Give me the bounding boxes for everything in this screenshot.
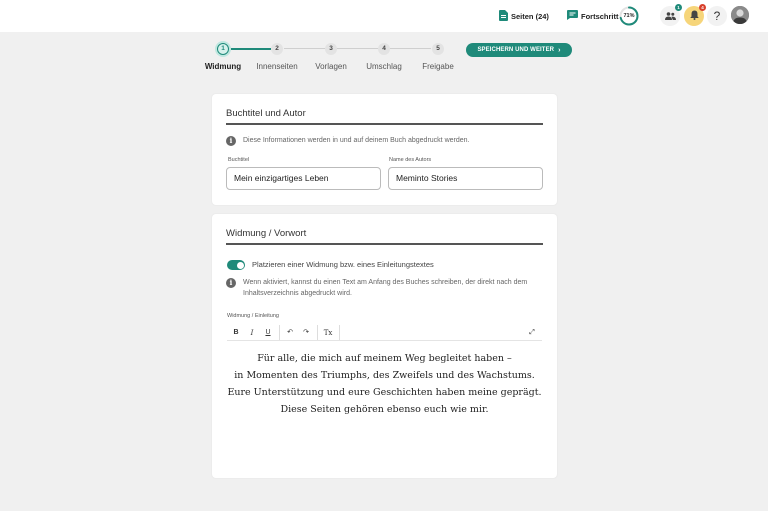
progress-label: Fortschritt (581, 11, 619, 21)
editor-line: in Momenten des Triumphs, des Zweifels u… (234, 370, 535, 381)
editor-line: Für alle, die mich auf meinem Weg beglei… (257, 353, 512, 364)
toolbar-separator (317, 325, 318, 340)
editor-toolbar: B I U ↶ ↷ Tx ⤢ (227, 324, 542, 341)
info-line: Wenn aktiviert, kannst du einen Text am … (243, 279, 528, 286)
toolbar-separator (279, 325, 280, 340)
editor-label: Widmung / Einleitung (227, 313, 279, 319)
bold-button[interactable]: B (230, 327, 242, 339)
card-title: Buchtitel und Autor (226, 108, 306, 119)
fullscreen-button[interactable]: ⤢ (526, 327, 538, 339)
step-label: Freigabe (422, 62, 454, 71)
toolbar-separator (339, 325, 340, 340)
info-icon: i (226, 136, 236, 146)
step-label: Umschlag (366, 62, 402, 71)
progress-button[interactable]: Fortschritt (567, 10, 619, 22)
divider (226, 243, 543, 245)
toggle-label: Platzieren einer Widmung bzw. eines Einl… (252, 260, 434, 269)
author-input[interactable]: Meminto Stories (388, 167, 543, 190)
step-innenseiten[interactable]: 2 Innenseiten (247, 43, 307, 71)
bell-icon (689, 7, 699, 25)
step-number: 5 (432, 43, 444, 55)
clear-format-button[interactable]: Tx (322, 327, 334, 339)
dedication-toggle[interactable] (227, 260, 245, 270)
chevron-right-icon: › (558, 46, 561, 54)
book-title-label: Buchtitel (228, 157, 250, 163)
info-text: Wenn aktiviert, kannst du einen Text am … (243, 278, 527, 299)
info-line: Inhaltsverzeichnis abgedruckt wird. (243, 289, 352, 297)
step-number: 2 (271, 43, 283, 55)
step-label: Widmung (204, 62, 242, 71)
dedication-card: Widmung / Vorwort i Wenn aktiviert, kann… (212, 214, 557, 478)
save-button-label: SPEICHERN UND WEITER (477, 47, 555, 53)
step-widmung[interactable]: 1 Widmung (193, 43, 253, 71)
editor-line: Eure Unterstützung und eure Geschichten … (227, 387, 542, 398)
users-icon (664, 7, 676, 25)
notifications-badge: 4 (699, 4, 706, 11)
book-title-input[interactable]: Mein einzigartiges Leben (226, 167, 381, 190)
redo-button[interactable]: ↷ (300, 327, 312, 339)
info-icon: i (226, 278, 236, 288)
pages-button[interactable]: Seiten (24) (499, 10, 549, 23)
notifications-button[interactable]: 4 (684, 4, 706, 26)
collaborators-button[interactable]: 1 (660, 4, 682, 26)
italic-button[interactable]: I (246, 327, 258, 339)
info-row: i Diese Informationen werden in und auf … (226, 136, 469, 147)
user-avatar[interactable] (731, 6, 749, 24)
undo-button[interactable]: ↶ (284, 327, 296, 339)
help-button[interactable]: ? (707, 6, 727, 26)
top-bar: Seiten (24) Fortschritt 71% 1 4 ? (0, 0, 768, 32)
toggle-knob (236, 261, 244, 269)
underline-button[interactable]: U (262, 327, 274, 339)
help-icon: ? (713, 9, 721, 23)
dedication-editor[interactable]: Für alle, die mich auf meinem Weg beglei… (212, 350, 557, 418)
step-label: Innenseiten (256, 62, 298, 71)
progress-percent: 71% (623, 13, 635, 19)
step-number: 3 (325, 43, 337, 55)
chat-icon (567, 10, 578, 22)
step-umschlag[interactable]: 4 Umschlag (354, 43, 414, 71)
info-text: Diese Informationen werden in und auf de… (243, 137, 470, 144)
progress-ring: 71% (619, 6, 639, 26)
card-title: Widmung / Vorwort (226, 228, 307, 239)
pages-label: Seiten (24) (511, 12, 549, 21)
author-label: Name des Autors (389, 157, 432, 163)
divider (226, 123, 543, 125)
editor-line: Diese Seiten gehören ebenso euch wie mir… (280, 404, 489, 415)
step-number: 1 (217, 43, 229, 55)
info-row: i Wenn aktiviert, kannst du einen Text a… (226, 278, 527, 299)
step-freigabe[interactable]: 5 Freigabe (408, 43, 468, 71)
collaborators-badge: 1 (675, 4, 682, 11)
save-and-continue-button[interactable]: SPEICHERN UND WEITER › (466, 43, 572, 57)
step-vorlagen[interactable]: 3 Vorlagen (301, 43, 361, 71)
step-label: Vorlagen (315, 62, 347, 71)
step-number: 4 (378, 43, 390, 55)
document-icon (499, 10, 508, 23)
